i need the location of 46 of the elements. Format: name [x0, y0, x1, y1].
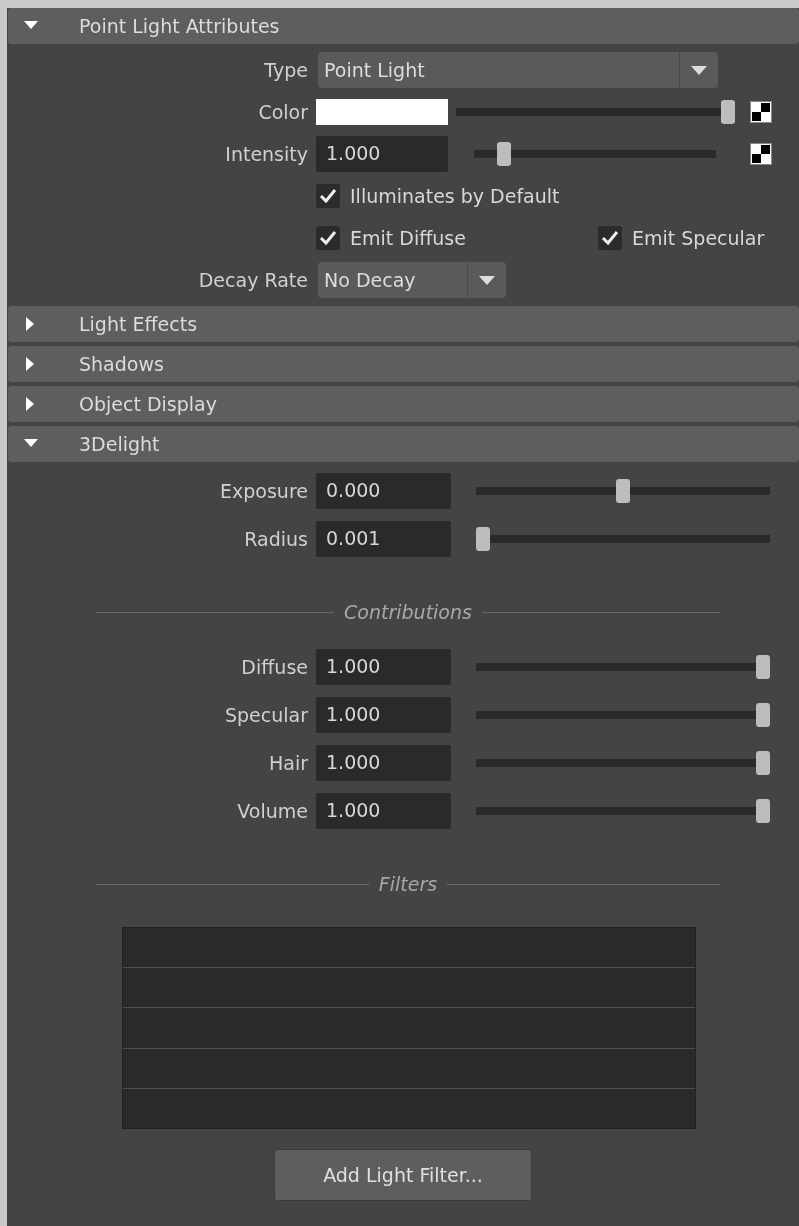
- field-label: Hair: [267, 752, 308, 774]
- slider-thumb[interactable]: [721, 100, 735, 124]
- dropdown[interactable]: Point Light: [318, 52, 718, 88]
- checkbox[interactable]: [598, 226, 622, 250]
- field-label: Intensity: [224, 143, 308, 165]
- section-header[interactable]: Light Effects: [8, 306, 799, 342]
- checker-icon[interactable]: [750, 143, 772, 165]
- field-label: Volume: [236, 800, 308, 822]
- add-light-filter-button[interactable]: Add Light Filter...: [274, 1149, 532, 1201]
- checker-icon[interactable]: [750, 101, 772, 123]
- section-header[interactable]: Shadows: [8, 346, 799, 382]
- slider-thumb[interactable]: [756, 799, 770, 823]
- number-field[interactable]: 0.001: [316, 521, 451, 557]
- checkbox[interactable]: [316, 184, 340, 208]
- slider-thumb[interactable]: [496, 142, 511, 166]
- caret-icon: [479, 275, 495, 285]
- field-label: Specular: [223, 704, 308, 726]
- slider-thumb[interactable]: [756, 655, 770, 679]
- caret-icon: [691, 65, 707, 75]
- group-title: Filters: [377, 873, 439, 895]
- field-label: Color: [257, 101, 308, 123]
- field-label: Diffuse: [240, 656, 308, 678]
- slider-thumb[interactable]: [476, 527, 490, 551]
- number-field[interactable]: 1.000: [316, 745, 451, 781]
- field-label: Exposure: [219, 480, 308, 502]
- number-field[interactable]: 0.000: [316, 473, 451, 509]
- number-field[interactable]: 1.000: [316, 136, 448, 172]
- color-swatch[interactable]: [316, 99, 448, 125]
- slider-thumb[interactable]: [756, 751, 770, 775]
- checkbox-label: Illuminates by Default: [350, 185, 560, 207]
- number-field[interactable]: 1.000: [316, 649, 451, 685]
- section-header[interactable]: Point Light Attributes: [8, 8, 799, 44]
- slider-thumb[interactable]: [616, 479, 630, 503]
- slider-thumb[interactable]: [756, 703, 770, 727]
- field-label: Radius: [243, 528, 308, 550]
- number-field[interactable]: 1.000: [316, 697, 451, 733]
- field-label: Type: [263, 59, 308, 81]
- checkbox-label: Emit Diffuse: [350, 227, 466, 249]
- number-field[interactable]: 1.000: [316, 793, 451, 829]
- group-title: Contributions: [343, 601, 473, 623]
- section-header[interactable]: Object Display: [8, 386, 799, 422]
- checkbox[interactable]: [316, 226, 340, 250]
- field-label: Decay Rate: [197, 269, 308, 291]
- checkbox-label: Emit Specular: [632, 227, 765, 249]
- section-header[interactable]: 3Delight: [8, 426, 799, 462]
- dropdown[interactable]: No Decay: [318, 262, 506, 298]
